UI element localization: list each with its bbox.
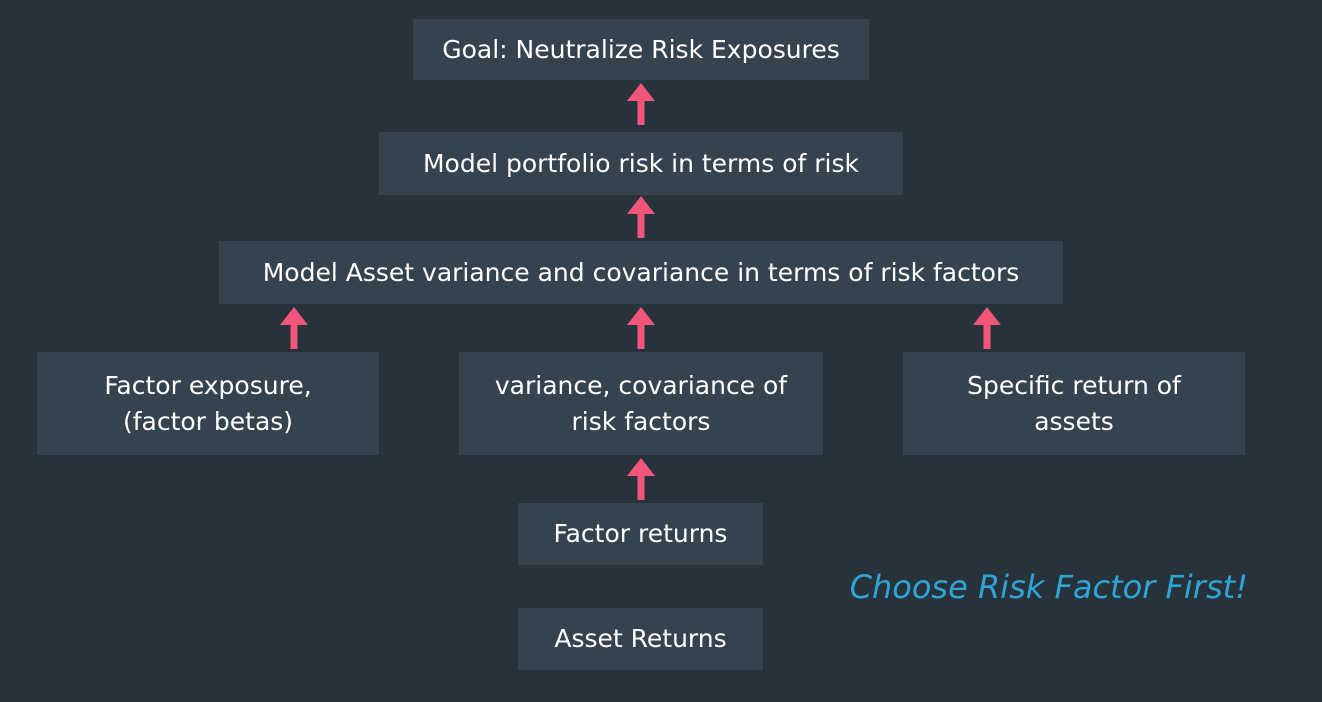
node-asset-returns: Asset Returns [518,608,763,670]
arrow-up-icon [627,458,655,500]
node-asset-variance: Model Asset variance and covariance in t… [219,241,1063,304]
node-factor-covariance: variance, covariance of risk factors [459,352,823,455]
node-goal-label: Goal: Neutralize Risk Exposures [442,34,840,64]
node-factor-returns-label: Factor returns [553,519,728,548]
arrow-up-icon [973,307,1001,349]
node-asset-variance-label: Model Asset variance and covariance in t… [262,257,1020,287]
node-portfolio-risk-label: Model portfolio risk in terms of risk [422,148,859,178]
node-portfolio-risk: Model portfolio risk in terms of risk [379,132,903,195]
arrow-up-icon [627,307,655,349]
node-factor-exposure: Factor exposure, (factor betas) [37,352,379,455]
node-specific-return-line-1: Specific return of [967,370,1181,400]
arrow-up-icon [627,196,655,238]
node-specific-return: Specific return of assets [903,352,1245,455]
annotation-note: Choose Risk Factor First! [849,568,1248,606]
node-factor-covariance-line-1: variance, covariance of [494,370,788,400]
node-factor-returns: Factor returns [518,503,763,565]
arrow-up-icon [627,83,655,125]
node-factor-covariance-line-2: risk factors [571,406,711,436]
node-specific-return-line-2: assets [1034,406,1114,436]
arrow-up-icon [280,307,308,349]
node-asset-returns-label: Asset Returns [554,624,727,653]
node-factor-exposure-line-2: (factor betas) [122,406,294,436]
node-goal: Goal: Neutralize Risk Exposures [413,19,869,80]
node-factor-exposure-line-1: Factor exposure, [104,370,312,400]
